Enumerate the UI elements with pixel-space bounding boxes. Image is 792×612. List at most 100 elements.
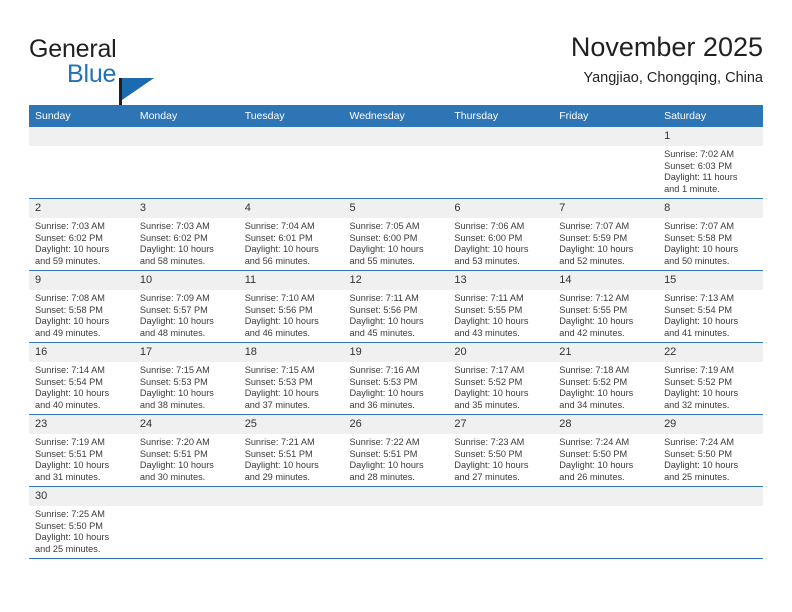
sunset-text: Sunset: 6:00 PM [454, 232, 523, 243]
day-number: 23 [29, 415, 134, 434]
sunset-text: Sunset: 5:50 PM [35, 520, 103, 531]
calendar-day-cell[interactable]: 20 Sunrise: 7:17 AM Sunset: 5:52 PM Dayligh… [448, 342, 554, 415]
calendar-day-cell[interactable]: 10 Sunrise: 7:09 AM Sunset: 5:57 PM Dayligh… [133, 270, 239, 343]
sunrise-text: Sunrise: 7:16 AM [349, 365, 420, 375]
sunset-text: Sunset: 5:52 PM [664, 376, 732, 387]
sunset-text: Sunset: 6:00 PM [349, 232, 418, 243]
day-sun-info: Sunrise: 7:02 AM Sunset: 6:03 PM Daylight:… [658, 146, 763, 195]
calendar-day-cell[interactable]: 4 Sunrise: 7:04 AM Sunset: 6:01 PM Daylight… [238, 198, 344, 271]
daylight-text-line2: and 32 minutes. [664, 399, 730, 410]
sunrise-text: Sunrise: 7:18 AM [559, 365, 630, 375]
calendar-day-cell[interactable]: 1 Sunrise: 7:02 AM Sunset: 6:03 PM Daylight… [658, 127, 763, 199]
calendar-day-cell[interactable]: 3 Sunrise: 7:03 AM Sunset: 6:02 PM Daylight… [133, 198, 239, 271]
daylight-text-line2: and 27 minutes. [454, 471, 520, 482]
calendar-day-cell[interactable]: 22 Sunrise: 7:19 AM Sunset: 5:52 PM Dayligh… [658, 342, 763, 415]
brand-logo[interactable]: General Blue [29, 34, 259, 112]
calendar-day-cell[interactable]: 27 Sunrise: 7:23 AM Sunset: 5:50 PM Dayligh… [448, 414, 554, 487]
sunset-text: Sunset: 5:53 PM [244, 376, 313, 387]
day-number: 5 [343, 199, 449, 218]
day-number [448, 487, 554, 506]
calendar-day-cell[interactable]: 6 Sunrise: 7:06 AM Sunset: 6:00 PM Daylight… [448, 198, 554, 271]
calendar-day-cell[interactable]: 23 Sunrise: 7:19 AM Sunset: 5:51 PM Dayligh… [29, 414, 134, 487]
day-sun-info: Sunrise: 7:19 AM Sunset: 5:51 PM Daylight:… [29, 434, 134, 483]
weekday-header-sunday: Sunday [29, 105, 134, 127]
sunset-text: Sunset: 5:52 PM [454, 376, 523, 387]
calendar-day-cell[interactable]: 2 Sunrise: 7:03 AM Sunset: 6:02 PM Daylight… [29, 198, 134, 271]
day-number [553, 487, 659, 506]
daylight-text-line1: Daylight: 10 hours [559, 460, 634, 471]
daylight-text-line1: Daylight: 10 hours [244, 244, 319, 255]
weekday-header-monday: Monday [133, 105, 239, 127]
daylight-text-line2: and 58 minutes. [139, 255, 206, 266]
calendar-day-cell[interactable]: 24 Sunrise: 7:20 AM Sunset: 5:51 PM Dayligh… [133, 414, 239, 487]
day-number: 21 [553, 343, 659, 362]
sunset-text: Sunset: 5:51 PM [349, 448, 418, 459]
calendar-day-cell[interactable]: 30 Sunrise: 7:25 AM Sunset: 5:50 PM Dayligh… [29, 486, 134, 559]
sunrise-text: Sunrise: 7:20 AM [139, 437, 210, 447]
calendar-week-row: 23 Sunrise: 7:19 AM Sunset: 5:51 PM Dayligh… [29, 414, 763, 487]
calendar-day-cell[interactable]: 12 Sunrise: 7:11 AM Sunset: 5:56 PM Dayligh… [343, 270, 449, 343]
sunrise-text: Sunrise: 7:14 AM [35, 365, 105, 375]
sunrise-text: Sunrise: 7:11 AM [454, 293, 524, 303]
sunset-text: Sunset: 5:59 PM [559, 232, 628, 243]
sunset-text: Sunset: 5:56 PM [349, 304, 418, 315]
calendar-day-cell[interactable]: 25 Sunrise: 7:21 AM Sunset: 5:51 PM Dayligh… [238, 414, 344, 487]
daylight-text-line1: Daylight: 10 hours [454, 460, 529, 471]
sunrise-text: Sunrise: 7:24 AM [664, 437, 735, 447]
day-sun-info: Sunrise: 7:06 AM Sunset: 6:00 PM Daylight:… [448, 218, 553, 267]
sunset-text: Sunset: 6:03 PM [664, 160, 732, 171]
daylight-text-line2: and 25 minutes. [35, 543, 101, 554]
sunrise-text: Sunrise: 7:19 AM [35, 437, 105, 447]
daylight-text-line2: and 26 minutes. [559, 471, 625, 482]
day-sun-info: Sunrise: 7:10 AM Sunset: 5:56 PM Daylight:… [239, 290, 344, 339]
daylight-text-line2: and 42 minutes. [559, 327, 625, 338]
daylight-text-line2: and 55 minutes. [349, 255, 415, 266]
daylight-text-line1: Daylight: 10 hours [244, 316, 319, 327]
calendar-day-cell[interactable]: 29 Sunrise: 7:24 AM Sunset: 5:50 PM Dayligh… [658, 414, 763, 487]
calendar-day-cell[interactable]: 15 Sunrise: 7:13 AM Sunset: 5:54 PM Dayligh… [658, 270, 763, 343]
calendar-day-cell[interactable]: 8 Sunrise: 7:07 AM Sunset: 5:58 PM Daylight… [658, 198, 763, 271]
calendar-day-cell[interactable]: 17 Sunrise: 7:15 AM Sunset: 5:53 PM Dayligh… [133, 342, 239, 415]
day-sun-info: Sunrise: 7:20 AM Sunset: 5:51 PM Daylight:… [134, 434, 239, 483]
daylight-text-line2: and 30 minutes. [139, 471, 206, 482]
calendar-cell-empty [29, 127, 134, 199]
sunrise-text: Sunrise: 7:21 AM [244, 437, 315, 447]
calendar-day-cell[interactable]: 19 Sunrise: 7:16 AM Sunset: 5:53 PM Dayligh… [343, 342, 449, 415]
sunrise-text: Sunrise: 7:15 AM [244, 365, 315, 375]
calendar-day-cell[interactable]: 18 Sunrise: 7:15 AM Sunset: 5:53 PM Dayligh… [238, 342, 344, 415]
day-number: 16 [29, 343, 134, 362]
daylight-text-line2: and 48 minutes. [139, 327, 206, 338]
sunset-text: Sunset: 5:50 PM [664, 448, 732, 459]
calendar-day-cell[interactable]: 9 Sunrise: 7:08 AM Sunset: 5:58 PM Daylight… [29, 270, 134, 343]
sunrise-text: Sunrise: 7:22 AM [349, 437, 420, 447]
blue-triangle-logo-icon [122, 78, 154, 100]
calendar-day-cell[interactable]: 16 Sunrise: 7:14 AM Sunset: 5:54 PM Dayligh… [29, 342, 134, 415]
day-sun-info: Sunrise: 7:17 AM Sunset: 5:52 PM Daylight:… [448, 362, 553, 411]
daylight-text-line2: and 46 minutes. [244, 327, 311, 338]
calendar-day-cell[interactable]: 28 Sunrise: 7:24 AM Sunset: 5:50 PM Dayligh… [553, 414, 659, 487]
sunrise-text: Sunrise: 7:10 AM [244, 293, 315, 303]
calendar-day-cell[interactable]: 7 Sunrise: 7:07 AM Sunset: 5:59 PM Daylight… [553, 198, 659, 271]
sunrise-text: Sunrise: 7:02 AM [664, 149, 735, 159]
weekday-header-wednesday: Wednesday [343, 105, 449, 127]
calendar-day-cell[interactable]: 14 Sunrise: 7:12 AM Sunset: 5:55 PM Dayligh… [553, 270, 659, 343]
daylight-text-line1: Daylight: 10 hours [244, 388, 319, 399]
page-subtitle-location: Yangjiao, Chongqing, China [583, 70, 763, 86]
day-number: 24 [133, 415, 239, 434]
brand-name-blue: Blue [67, 60, 117, 88]
sunset-text: Sunset: 5:55 PM [559, 304, 628, 315]
calendar-week-row: 9 Sunrise: 7:08 AM Sunset: 5:58 PM Daylight… [29, 270, 763, 343]
calendar-day-cell[interactable]: 11 Sunrise: 7:10 AM Sunset: 5:56 PM Dayligh… [238, 270, 344, 343]
day-sun-info: Sunrise: 7:12 AM Sunset: 5:55 PM Daylight:… [553, 290, 658, 339]
sunset-text: Sunset: 5:50 PM [454, 448, 523, 459]
daylight-text-line1: Daylight: 10 hours [349, 316, 424, 327]
day-number: 19 [343, 343, 449, 362]
day-number: 13 [448, 271, 554, 290]
day-sun-info: Sunrise: 7:14 AM Sunset: 5:54 PM Daylight:… [29, 362, 134, 411]
day-number [343, 487, 449, 506]
day-number [238, 487, 344, 506]
calendar-day-cell[interactable]: 5 Sunrise: 7:05 AM Sunset: 6:00 PM Daylight… [343, 198, 449, 271]
calendar-day-cell[interactable]: 26 Sunrise: 7:22 AM Sunset: 5:51 PM Dayligh… [343, 414, 449, 487]
calendar-day-cell[interactable]: 13 Sunrise: 7:11 AM Sunset: 5:55 PM Dayligh… [448, 270, 554, 343]
calendar-day-cell[interactable]: 21 Sunrise: 7:18 AM Sunset: 5:52 PM Dayligh… [553, 342, 659, 415]
